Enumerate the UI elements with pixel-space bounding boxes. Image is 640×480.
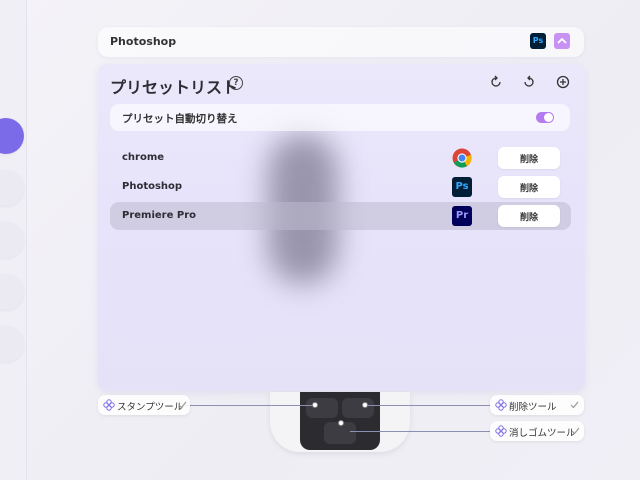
- device-button-left[interactable]: [306, 398, 338, 418]
- leader-line-right-top: [366, 405, 490, 406]
- preset-name: Photoshop: [122, 181, 183, 192]
- app-title: Photoshop: [110, 35, 177, 48]
- preset-name: Premiere Pro: [122, 210, 196, 221]
- anchor-dot-bottom: [338, 420, 344, 426]
- preset-list-panel: プリセットリスト ? プリセット自動切り替え chrome 削除 Photosh…: [98, 64, 585, 391]
- rail-button-3[interactable]: [0, 222, 24, 258]
- rail-button-5[interactable]: [0, 326, 24, 362]
- check-icon: [571, 427, 580, 435]
- refresh-icon[interactable]: [489, 74, 503, 88]
- photoshop-icon: Ps: [452, 177, 472, 197]
- assignment-label: 消しゴムツール: [509, 428, 576, 439]
- rail-button-2[interactable]: [0, 170, 24, 206]
- shortcut-plus-icon: [103, 399, 115, 411]
- assignment-label: スタンプツール: [117, 402, 184, 413]
- sync-icon[interactable]: [522, 74, 536, 88]
- delete-button-photoshop[interactable]: 削除: [498, 176, 560, 198]
- assignment-label: 削除ツール: [509, 402, 557, 413]
- add-icon[interactable]: [556, 74, 570, 89]
- auto-switch-row: プリセット自動切り替え: [110, 104, 570, 131]
- shortcut-plus-icon: [495, 399, 507, 411]
- rail-button-4[interactable]: [0, 274, 24, 310]
- help-icon[interactable]: ?: [229, 76, 243, 90]
- check-icon: [570, 401, 579, 409]
- auto-switch-toggle[interactable]: [536, 112, 554, 123]
- device-button-right[interactable]: [342, 398, 374, 418]
- anchor-dot-right: [362, 402, 368, 408]
- delete-button-premiere-pro[interactable]: 削除: [498, 205, 560, 227]
- premiere-pro-icon: Pr: [452, 206, 472, 226]
- chevron-up-icon: [557, 37, 567, 44]
- rail-button-active[interactable]: [0, 118, 24, 154]
- preset-row-photoshop[interactable]: Photoshop Ps 削除: [110, 173, 571, 201]
- delete-button-chrome[interactable]: 削除: [498, 147, 560, 169]
- assignment-right-top[interactable]: 削除ツール: [490, 395, 584, 415]
- toggle-knob: [544, 113, 553, 122]
- preset-row-chrome[interactable]: chrome 削除: [110, 144, 571, 172]
- app-header: Photoshop Ps: [98, 27, 584, 57]
- leader-line-right-bottom: [350, 431, 490, 432]
- preset-row-premiere-pro[interactable]: Premiere Pro Pr 削除: [110, 202, 571, 230]
- panel-title: プリセットリスト: [110, 78, 239, 97]
- assignment-right-bottom[interactable]: 消しゴムツール: [490, 421, 584, 441]
- leader-line-left: [185, 405, 315, 406]
- check-icon: [178, 401, 187, 409]
- auto-switch-label: プリセット自動切り替え: [122, 113, 238, 125]
- left-rail: [0, 0, 27, 480]
- preset-name: chrome: [122, 152, 165, 163]
- photoshop-icon: Ps: [530, 33, 546, 49]
- collapse-button[interactable]: [554, 33, 570, 49]
- chrome-icon: [452, 148, 472, 168]
- shortcut-plus-icon: [495, 425, 507, 437]
- anchor-dot-left: [312, 402, 318, 408]
- assignment-left[interactable]: スタンプツール: [98, 395, 190, 415]
